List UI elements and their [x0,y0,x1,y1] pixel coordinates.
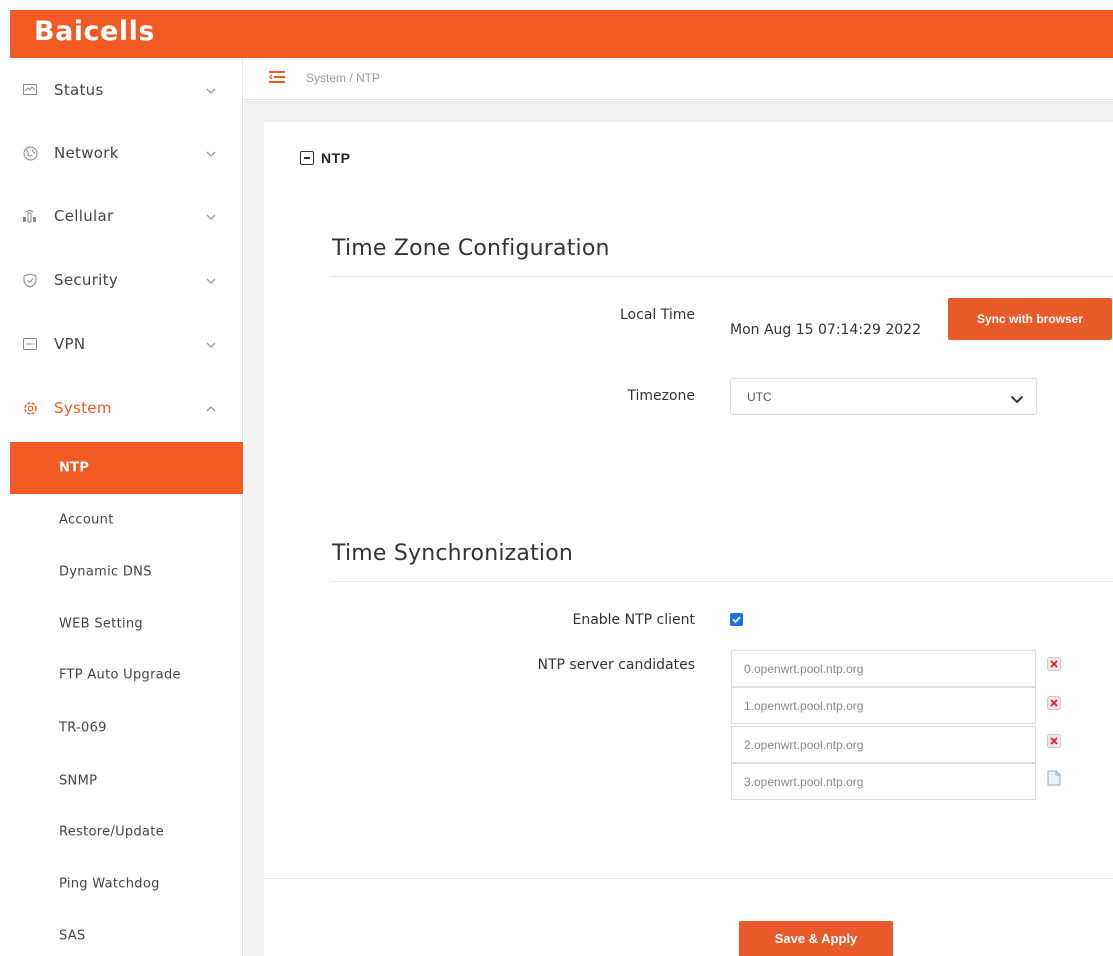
sidebar-item-label: Cellular [54,207,114,225]
gear-icon [22,400,38,416]
ntp-server-value: 3.openwrt.pool.ntp.org [744,775,864,789]
sidebar-item-cellular[interactable]: Cellular [10,184,243,248]
sidebar-subitem-restore-update[interactable]: Restore/Update [10,806,243,858]
chevron-down-icon [1010,391,1024,409]
sidebar-subitem-label: FTP Auto Upgrade [59,667,181,683]
sidebar-subitem-label: SNMP [59,773,98,789]
chevron-down-icon [206,335,216,353]
globe-icon [22,145,38,161]
ntp-section-header[interactable]: NTP [300,150,351,166]
sidebar: Status Network Cellular Security VPN Sys… [10,58,243,956]
ntp-server-input[interactable]: 0.openwrt.pool.ntp.org [731,650,1036,687]
sidebar-subitem-ftp-auto-upgrade[interactable]: FTP Auto Upgrade [10,649,243,701]
breadcrumb: System / NTP [244,58,1113,100]
enable-ntp-checkbox[interactable] [730,613,743,626]
sidebar-subitem-snmp[interactable]: SNMP [10,755,243,807]
ntp-servers-label: NTP server candidates [537,657,695,673]
sidebar-subitem-label: Account [59,512,114,528]
sidebar-item-label: VPN [54,335,86,353]
timezone-selected-value: UTC [747,390,772,404]
sync-with-browser-button[interactable]: Sync with browser [948,298,1112,340]
sidebar-item-label: Security [54,271,118,289]
sidebar-item-network[interactable]: Network [10,121,243,185]
remove-server-icon[interactable] [1047,657,1061,671]
sidebar-item-label: Network [54,144,119,162]
chevron-down-icon [206,207,216,225]
breadcrumb-text: System / NTP [306,71,381,85]
sidebar-subitem-ping-watchdog[interactable]: Ping Watchdog [10,858,243,910]
menu-toggle-icon[interactable] [269,70,285,89]
top-header: Baicells [10,10,1113,58]
collapse-icon[interactable] [300,151,314,165]
ntp-server-input[interactable]: 3.openwrt.pool.ntp.org [731,763,1036,800]
sidebar-item-label: System [54,399,112,417]
vpn-icon [22,336,38,352]
section-divider [330,581,1113,582]
footer-divider [264,878,1113,879]
sidebar-subitem-label: SAS [59,928,86,944]
monitor-icon [22,82,38,98]
sidebar-subitem-label: Restore/Update [59,824,164,840]
sidebar-item-status[interactable]: Status [10,58,243,122]
sidebar-subitem-label: NTP [59,460,90,476]
chevron-up-icon [206,399,216,417]
ntp-server-input[interactable]: 2.openwrt.pool.ntp.org [731,726,1036,763]
chevron-down-icon [206,81,216,99]
sidebar-subitem-web-setting[interactable]: WEB Setting [10,598,243,650]
timezone-select[interactable]: UTC [730,378,1037,415]
sidebar-item-vpn[interactable]: VPN [10,312,243,376]
chevron-down-icon [206,271,216,289]
sidebar-item-security[interactable]: Security [10,248,243,312]
ntp-server-value: 2.openwrt.pool.ntp.org [744,738,864,752]
sidebar-subitem-dynamic-dns[interactable]: Dynamic DNS [10,546,243,598]
page-title: NTP [321,150,351,166]
sidebar-subitem-sas[interactable]: SAS [10,910,243,956]
remove-server-icon[interactable] [1047,696,1061,710]
sidebar-subitem-account[interactable]: Account [10,494,243,546]
brand-logo[interactable]: Baicells [34,16,155,47]
ntp-server-value: 1.openwrt.pool.ntp.org [744,699,864,713]
ntp-server-value: 0.openwrt.pool.ntp.org [744,662,864,676]
sidebar-item-label: Status [54,81,104,99]
local-time-label: Local Time [620,307,695,323]
chevron-down-icon [206,144,216,162]
sidebar-subitem-label: Ping Watchdog [59,876,160,892]
sidebar-subitem-label: Dynamic DNS [59,564,152,580]
sidebar-subitem-tr069[interactable]: TR-069 [10,702,243,754]
sidebar-subitem-label: WEB Setting [59,616,143,632]
sidebar-subitem-label: TR-069 [59,720,107,736]
shield-icon [22,272,38,288]
remove-server-icon[interactable] [1047,734,1061,748]
enable-ntp-label: Enable NTP client [572,612,695,628]
timezone-label: Timezone [627,388,695,404]
section-divider [330,276,1113,277]
ntp-server-input[interactable]: 1.openwrt.pool.ntp.org [731,687,1036,724]
timezone-section-title: Time Zone Configuration [332,236,610,261]
local-time-value: Mon Aug 15 07:14:29 2022 [730,322,921,338]
add-server-icon[interactable] [1047,770,1061,786]
sync-section-title: Time Synchronization [332,541,574,566]
sidebar-subitem-ntp[interactable]: NTP [10,442,243,494]
sidebar-item-system[interactable]: System [10,376,243,440]
cellular-icon [22,208,38,224]
save-apply-button[interactable]: Save & Apply [739,921,893,956]
